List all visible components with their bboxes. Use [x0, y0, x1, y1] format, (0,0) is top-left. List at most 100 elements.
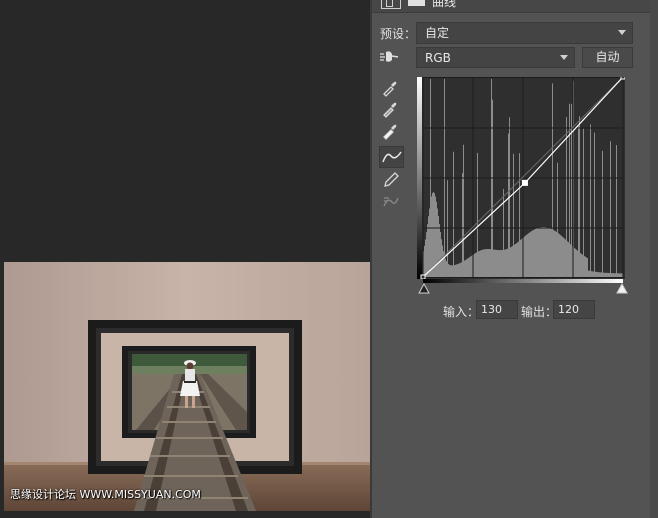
- mask-icon[interactable]: [408, 0, 425, 6]
- histogram-bar: [437, 208, 438, 277]
- histogram-bar: [465, 259, 466, 277]
- histogram-bar: [490, 249, 491, 277]
- histogram-bar: [470, 256, 471, 277]
- histogram-bar: [582, 254, 583, 277]
- sample-black-eyedropper-icon[interactable]: [379, 78, 401, 98]
- histogram-bar: [488, 249, 489, 277]
- histogram-bar: [616, 145, 617, 277]
- histogram-bar: [585, 256, 586, 277]
- histogram-bar: [621, 273, 622, 277]
- histogram-bar: [467, 258, 468, 277]
- histogram-bar: [547, 227, 548, 277]
- histogram-bar: [555, 231, 556, 277]
- sample-white-eyedropper-icon[interactable]: [379, 121, 401, 141]
- histogram-bar: [580, 253, 581, 277]
- histogram-bar: [440, 231, 441, 277]
- curve-point-tool-icon[interactable]: [379, 146, 404, 168]
- histogram-bar: [431, 196, 432, 277]
- histogram-bar: [428, 216, 429, 277]
- input-field[interactable]: 130: [476, 300, 518, 319]
- histogram-bar: [593, 271, 594, 277]
- histogram-bar: [581, 253, 582, 277]
- histogram-bar: [455, 264, 456, 277]
- histogram-bar: [578, 126, 579, 277]
- histogram-bar: [618, 273, 619, 277]
- histogram-bar: [524, 236, 525, 277]
- histogram-bar: [550, 228, 551, 277]
- output-field[interactable]: 120: [553, 300, 595, 319]
- histogram-bar: [527, 234, 528, 277]
- on-image-adjust-icon[interactable]: [378, 47, 400, 67]
- histogram-bar: [466, 259, 467, 277]
- histogram-bar: [432, 193, 433, 277]
- histogram-bar: [496, 249, 497, 277]
- histogram-bar: [579, 116, 580, 277]
- histogram-bar: [607, 272, 608, 277]
- histogram-bar: [529, 232, 530, 277]
- histogram-bar: [477, 152, 478, 277]
- smooth-curve-icon[interactable]: [380, 192, 402, 212]
- document-photo: 思缘设计论坛 WWW.MISSYUAN.COM: [4, 262, 370, 511]
- histogram-bar: [611, 273, 612, 277]
- document-canvas[interactable]: 思缘设计论坛 WWW.MISSYUAN.COM: [0, 0, 370, 518]
- histogram-bar: [447, 180, 448, 277]
- histogram-bar: [479, 250, 480, 277]
- panel-right-edge: [650, 0, 658, 518]
- histogram-bar: [443, 250, 444, 277]
- histogram-bar: [620, 273, 621, 277]
- output-gradient: [417, 77, 422, 279]
- histogram-bar: [463, 144, 464, 277]
- curve-control-point[interactable]: [620, 74, 626, 80]
- histogram-bar: [426, 232, 427, 277]
- curve-control-point[interactable]: [521, 179, 528, 186]
- histogram-bar: [610, 141, 611, 277]
- histogram-bar: [542, 227, 543, 277]
- histogram-bar: [474, 253, 475, 277]
- histogram-bar: [548, 227, 549, 277]
- histogram-bar: [520, 239, 521, 277]
- histogram-bar: [513, 153, 514, 277]
- curves-graph[interactable]: [417, 74, 626, 280]
- histogram-bar: [583, 128, 584, 277]
- histogram-bar: [458, 263, 459, 277]
- panel-title: 曲线: [432, 0, 457, 9]
- sample-gray-eyedropper-icon[interactable]: [379, 99, 401, 119]
- histogram-bar: [526, 234, 527, 277]
- histogram-bar: [429, 208, 430, 277]
- histogram-bar: [565, 239, 566, 277]
- histogram-bar: [424, 245, 425, 277]
- histogram-bar: [506, 249, 507, 277]
- histogram-bar: [456, 264, 457, 277]
- histogram-bar: [532, 230, 533, 277]
- histogram-bar: [518, 241, 519, 277]
- histogram-bar: [461, 262, 462, 277]
- output-label: 输出：: [521, 305, 558, 319]
- histogram-bar: [498, 250, 499, 277]
- auto-button[interactable]: 自动: [582, 47, 633, 68]
- histogram-bar: [603, 272, 604, 277]
- preset-select[interactable]: 自定: [416, 22, 633, 44]
- adjustments-icon[interactable]: [381, 0, 401, 9]
- histogram-bar: [617, 273, 618, 277]
- histogram-bar: [570, 244, 571, 277]
- histogram-bar: [545, 227, 546, 277]
- histogram-bar: [483, 249, 484, 277]
- channel-select[interactable]: RGB: [416, 47, 575, 68]
- histogram-bar: [595, 271, 596, 277]
- histogram-bar: [505, 249, 506, 277]
- histogram-bar: [516, 243, 517, 277]
- histogram-bar: [504, 249, 505, 277]
- histogram-bar: [594, 132, 595, 277]
- histogram-bar: [434, 193, 435, 277]
- photo-illustration: [4, 262, 370, 511]
- histogram-bar: [587, 258, 588, 277]
- pencil-draw-icon[interactable]: [380, 170, 402, 190]
- histogram-bar: [451, 265, 452, 277]
- histogram-bar: [538, 227, 539, 277]
- histogram-bar: [556, 231, 557, 277]
- histogram-bar: [519, 153, 520, 277]
- histogram-bar: [574, 247, 575, 277]
- histogram-bar: [549, 228, 550, 277]
- histogram-bar: [591, 271, 592, 277]
- histogram-bar: [604, 272, 605, 277]
